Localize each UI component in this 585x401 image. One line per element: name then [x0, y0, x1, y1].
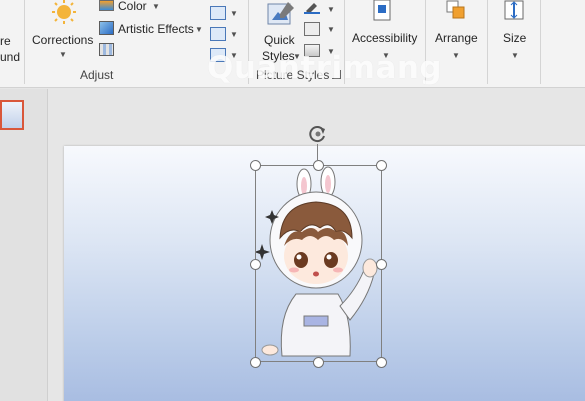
watermark: Quantrimang: [207, 50, 443, 86]
picture-border-dropdown-icon[interactable]: ▼: [327, 6, 335, 14]
color-dropdown-icon[interactable]: ▼: [152, 3, 160, 11]
resize-handle-top-right[interactable]: [376, 160, 387, 171]
separator: [540, 0, 541, 84]
artistic-effects-button[interactable]: Artistic Effects: [118, 22, 194, 36]
picture-effects-dropdown-icon[interactable]: ▼: [327, 26, 335, 34]
compress-dropdown-icon[interactable]: ▼: [230, 10, 238, 18]
resize-handle-bottom-right[interactable]: [376, 357, 387, 368]
resize-handle-bottom[interactable]: [313, 357, 324, 368]
picture-effects-icon[interactable]: [304, 22, 320, 36]
chibi-character-image: [254, 166, 378, 357]
remove-background-label-1[interactable]: re: [0, 34, 11, 48]
size-dropdown-icon[interactable]: ▼: [511, 52, 519, 60]
size-button[interactable]: Size: [503, 31, 526, 45]
change-picture-dropdown-icon[interactable]: ▼: [230, 31, 238, 39]
resize-handle-right[interactable]: [376, 259, 387, 270]
resize-handle-top-left[interactable]: [250, 160, 261, 171]
arrange-button[interactable]: Arrange: [435, 31, 478, 45]
resize-handle-bottom-left[interactable]: [250, 357, 261, 368]
arrange-dropdown-icon[interactable]: ▼: [452, 52, 460, 60]
picture-border-icon[interactable]: [304, 2, 320, 14]
change-picture-icon[interactable]: [210, 27, 226, 41]
corrections-dropdown-icon[interactable]: ▼: [59, 51, 67, 59]
size-icon[interactable]: [504, 0, 524, 20]
resize-handle-left[interactable]: [250, 259, 261, 270]
quick-styles-button[interactable]: Quick: [264, 33, 295, 47]
transparency-icon[interactable]: [99, 43, 114, 56]
separator: [24, 0, 25, 84]
color-button[interactable]: Color: [118, 0, 147, 13]
sun-corrections-icon[interactable]: [50, 0, 78, 26]
rotate-handle-connector: [317, 144, 318, 160]
rotate-handle-icon[interactable]: [308, 124, 328, 144]
slide-thumbnail[interactable]: [0, 100, 24, 130]
compress-icon[interactable]: [210, 6, 226, 20]
accessibility-button[interactable]: Accessibility: [352, 31, 417, 45]
slide-thumbnail-pane: [0, 89, 48, 401]
artistic-effects-icon[interactable]: [99, 21, 114, 35]
selected-picture[interactable]: [254, 165, 382, 362]
accessibility-icon[interactable]: [371, 0, 395, 24]
quick-styles-icon[interactable]: [266, 0, 296, 28]
separator: [487, 0, 488, 84]
arrange-icon[interactable]: [446, 0, 466, 20]
resize-handle-top[interactable]: [313, 160, 324, 171]
artistic-effects-dropdown-icon[interactable]: ▼: [195, 26, 203, 34]
adjust-group-label: Adjust: [80, 68, 114, 82]
color-icon[interactable]: [99, 0, 114, 11]
corrections-button[interactable]: Corrections: [32, 33, 93, 47]
remove-background-label-2[interactable]: und: [0, 50, 20, 64]
